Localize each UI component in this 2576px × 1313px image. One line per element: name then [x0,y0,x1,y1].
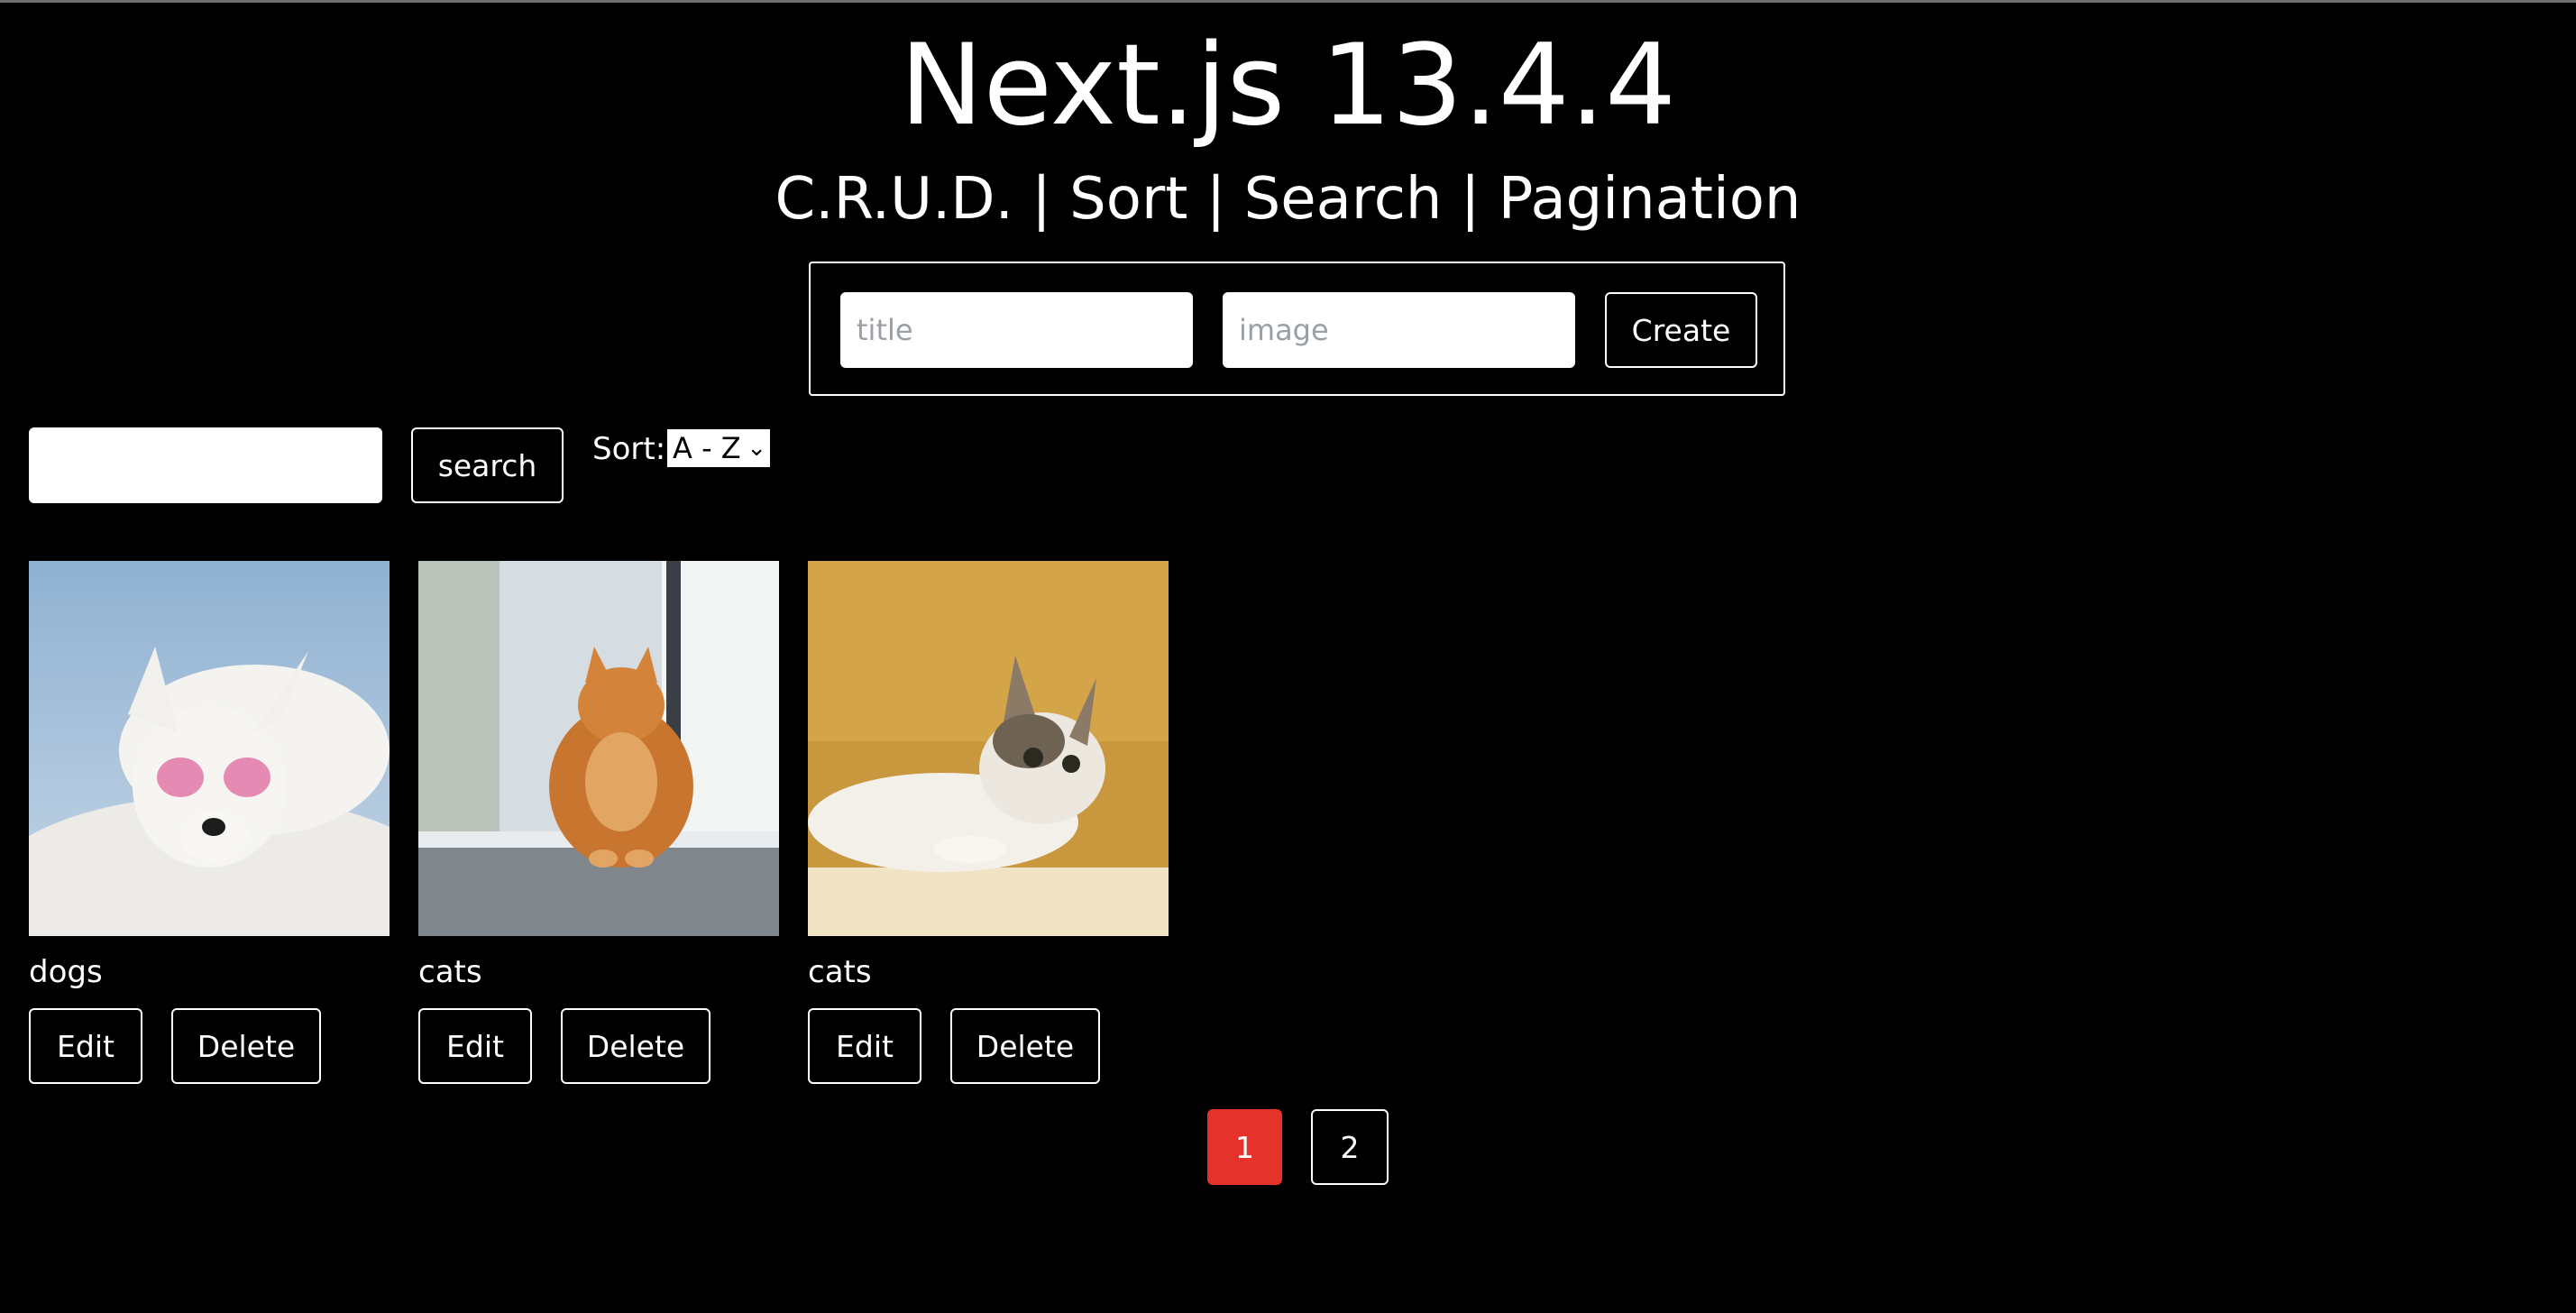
sort-select[interactable]: A - Z ⌄ [667,429,770,467]
delete-button[interactable]: Delete [950,1008,1100,1084]
search-input[interactable] [29,427,382,503]
edit-button[interactable]: Edit [29,1008,142,1084]
page-button-1-active[interactable]: 1 [1207,1109,1282,1185]
sort-label: Sort: [592,431,666,467]
search-button[interactable]: search [411,427,564,503]
create-button[interactable]: Create [1605,292,1757,368]
delete-button[interactable]: Delete [561,1008,710,1084]
edit-button[interactable]: Edit [808,1008,921,1084]
page-button-2[interactable]: 2 [1311,1109,1389,1185]
image-input[interactable] [1223,292,1575,368]
card-image-cat [418,561,779,936]
edit-button[interactable]: Edit [418,1008,532,1084]
delete-button[interactable]: Delete [171,1008,321,1084]
create-form: Create [809,262,1785,396]
page-subtitle: C.R.U.D. | Sort | Search | Pagination [775,166,1801,233]
title-input[interactable] [840,292,1193,368]
card-title: cats [808,954,872,990]
window-top-border [0,0,2576,3]
card-title: dogs [29,954,103,990]
card-title: cats [418,954,482,990]
card-image-kitten [808,561,1169,936]
page-title: Next.js 13.4.4 [899,21,1677,151]
card-image-dog [29,561,390,936]
sort-selected-value: A - Z [673,431,741,465]
chevron-down-icon: ⌄ [747,435,766,462]
